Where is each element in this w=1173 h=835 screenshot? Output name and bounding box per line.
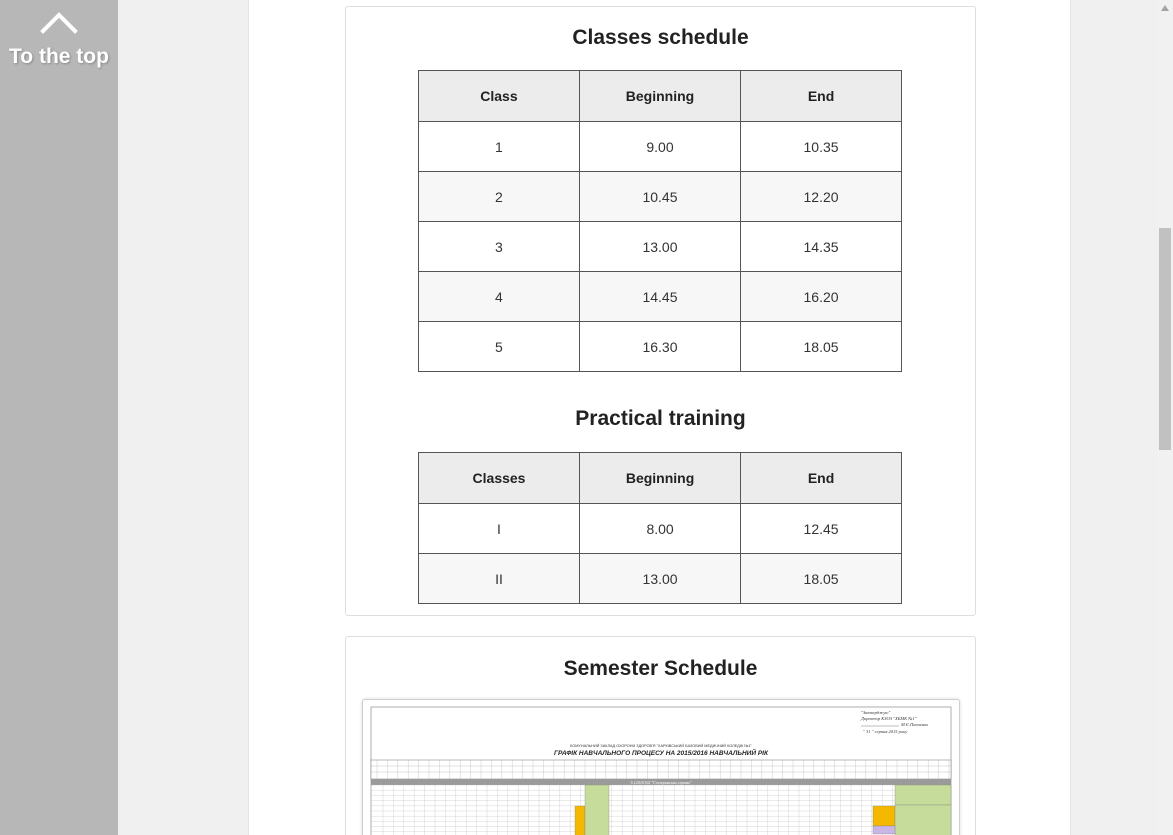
- table-cell: 18.05: [740, 553, 902, 604]
- column-header: Classes: [418, 452, 580, 504]
- table-header-row: Class Beginning End: [418, 70, 902, 122]
- table-row: 5 16.30 18.05: [418, 321, 902, 372]
- column-header: End: [740, 70, 902, 122]
- document-subheading: КОМУНАЛЬНИЙ ЗАКЛАД ОХОРОНИ ЗДОРОВ'Я "ХАР…: [570, 744, 752, 748]
- approval-line: "Затверджую": [861, 710, 890, 715]
- table-cell: 14.35: [740, 221, 902, 272]
- chevron-up-icon: [40, 12, 78, 34]
- table-cell: II: [418, 553, 580, 604]
- table-cell: 3: [418, 221, 580, 272]
- table-cell: 12.20: [740, 171, 902, 222]
- approval-line: М.Є.Панченко: [900, 722, 929, 727]
- table-row: 2 10.45 12.20: [418, 171, 902, 222]
- table-cell: 9.00: [578, 121, 742, 172]
- table-cell: 18.05: [740, 321, 902, 372]
- table-cell: 13.00: [578, 553, 742, 604]
- column-header: Beginning: [578, 70, 742, 122]
- table-cell: 16.20: [740, 271, 902, 322]
- table-cell: 4: [418, 271, 580, 322]
- scroll-up-arrow-icon[interactable]: [1161, 5, 1169, 11]
- column-header: Class: [418, 70, 580, 122]
- classes-schedule-title: Classes schedule: [572, 26, 749, 49]
- scrollbar-thumb[interactable]: [1159, 228, 1171, 450]
- practical-training-table: Classes Beginning End I 8.00 12.45 II 13…: [418, 452, 902, 604]
- table-row: I 8.00 12.45: [418, 503, 902, 554]
- classes-schedule-table: Class Beginning End 1 9.00 10.35 2 10.45…: [418, 70, 902, 372]
- table-row: 3 13.00 14.35: [418, 221, 902, 272]
- table-cell: 10.35: [740, 121, 902, 172]
- table-cell: I: [418, 503, 580, 554]
- table-row: 4 14.45 16.20: [418, 271, 902, 322]
- approval-line: Директор КЗОЗ "ХБМК №1": [860, 716, 917, 721]
- column-header: End: [740, 452, 902, 504]
- practical-training-title: Practical training: [575, 407, 746, 430]
- table-cell: 2: [418, 171, 580, 222]
- semester-schedule-document: "Затверджую" Директор КЗОЗ "ХБМК №1" М.Є…: [370, 706, 952, 835]
- page: To the top Classes schedule Class Beginn…: [0, 0, 1173, 835]
- main-content: Classes schedule Class Beginning End 1 9…: [248, 0, 1071, 835]
- table-header-row: Classes Beginning End: [418, 452, 902, 504]
- table-cell: 1: [418, 121, 580, 172]
- specialty-label: 5.12010102 "Сестринська справа": [630, 780, 691, 785]
- document-heading: ГРАФІК НАВЧАЛЬНОГО ПРОЦЕСУ НА 2015/2016 …: [554, 748, 769, 757]
- table-cell: 5: [418, 321, 580, 372]
- table-cell: 10.45: [578, 171, 742, 222]
- table-cell: 16.30: [578, 321, 742, 372]
- schedule-card: Classes schedule Class Beginning End 1 9…: [345, 6, 976, 616]
- semester-schedule-title: Semester Schedule: [563, 657, 758, 680]
- table-row: 1 9.00 10.35: [418, 121, 902, 172]
- table-cell: 13.00: [578, 221, 742, 272]
- table-cell: 8.00: [578, 503, 742, 554]
- semester-schedule-card: Semester Schedule "Затверджую" Директор …: [345, 636, 976, 835]
- approval-line: " 31 " серпня 2015 року: [863, 729, 907, 734]
- back-to-top-button[interactable]: To the top: [0, 0, 118, 835]
- table-row: II 13.00 18.05: [418, 553, 902, 604]
- semester-schedule-image[interactable]: "Затверджую" Директор КЗОЗ "ХБМК №1" М.Є…: [362, 699, 960, 835]
- vertical-scrollbar[interactable]: [1157, 0, 1173, 835]
- table-cell: 14.45: [578, 271, 742, 322]
- table-cell: 12.45: [740, 503, 902, 554]
- column-header: Beginning: [578, 452, 742, 504]
- back-to-top-label: To the top: [9, 45, 109, 68]
